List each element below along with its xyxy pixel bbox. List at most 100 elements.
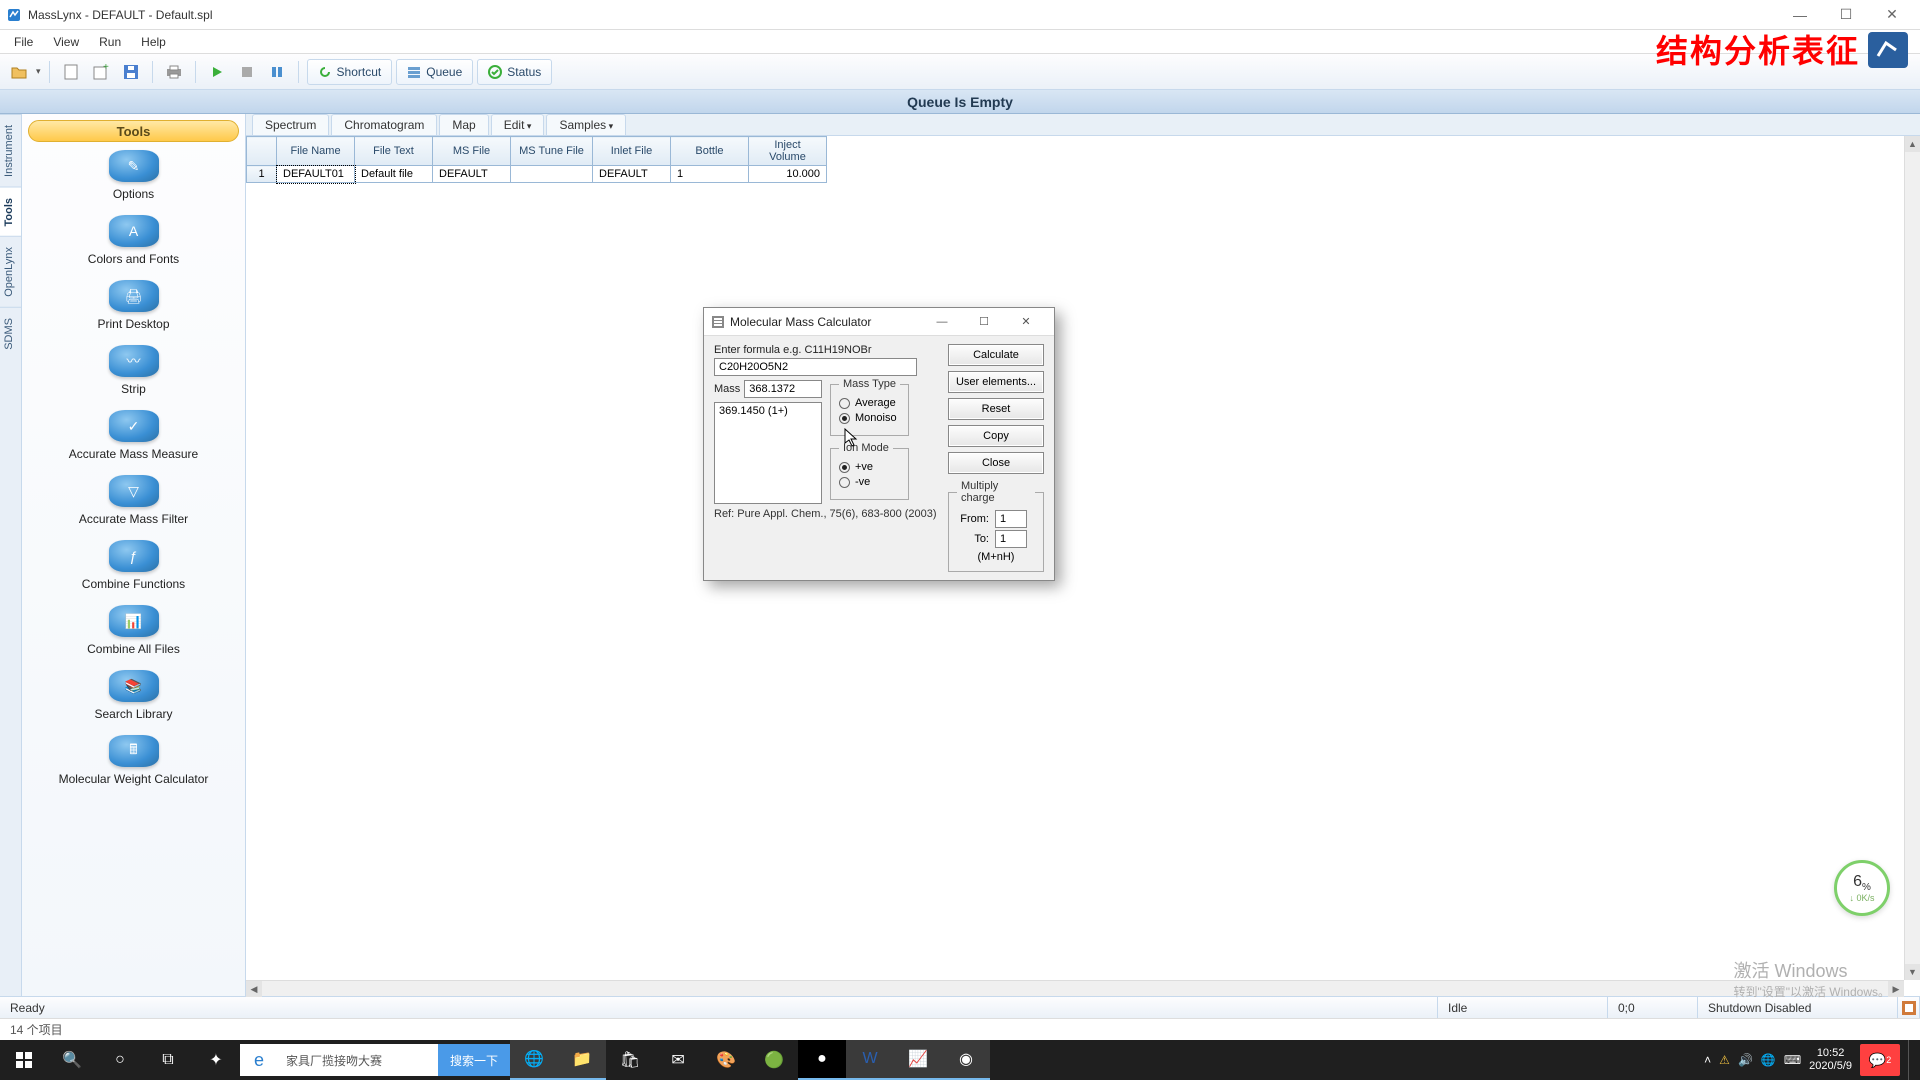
open-button[interactable] (6, 59, 32, 85)
table-row[interactable]: 1 DEFAULT01 Default file DEFAULT DEFAULT… (247, 166, 827, 183)
vtab-sdms[interactable]: SDMS (0, 307, 21, 360)
radio-positive[interactable]: +ve (839, 461, 900, 473)
dialog-close-button[interactable]: ✕ (1006, 310, 1046, 334)
print-button[interactable] (161, 59, 187, 85)
show-desktop-button[interactable] (1908, 1040, 1914, 1080)
tray-network-icon[interactable]: 🌐 (1761, 1053, 1776, 1067)
tray-volume-icon[interactable]: 🔊 (1738, 1053, 1753, 1067)
status-chip[interactable]: Status (477, 59, 552, 85)
maximize-button[interactable]: ☐ (1824, 1, 1868, 29)
dialog-titlebar[interactable]: Molecular Mass Calculator — ☐ ✕ (704, 308, 1054, 336)
taskview-icon[interactable]: ⧉ (144, 1040, 192, 1080)
start-button[interactable] (0, 1040, 48, 1080)
menu-help[interactable]: Help (133, 32, 174, 52)
cell-msfile[interactable]: DEFAULT (433, 166, 511, 183)
dialog-minimize-button[interactable]: — (922, 310, 962, 334)
calculate-button[interactable]: Calculate (948, 344, 1044, 366)
taskbar-edge-icon[interactable]: 🌐 (510, 1040, 558, 1080)
copy-button[interactable]: Copy (948, 425, 1044, 447)
mass-output[interactable] (744, 380, 822, 398)
pause-button[interactable] (264, 59, 290, 85)
status-settings-icon[interactable] (1898, 997, 1920, 1018)
taskbar-store-icon[interactable]: 🛍 (606, 1040, 654, 1080)
tool-search-library[interactable]: 📚Search Library (28, 670, 239, 721)
radio-negative[interactable]: -ve (839, 476, 900, 488)
col-bottle[interactable]: Bottle (671, 137, 749, 166)
taskbar-explorer-icon[interactable]: 📁 (558, 1040, 606, 1080)
vtab-instrument[interactable]: Instrument (0, 114, 21, 187)
close-button[interactable]: ✕ (1870, 1, 1914, 29)
dialog-maximize-button[interactable]: ☐ (964, 310, 1004, 334)
cell-inject[interactable]: 10.000 (749, 166, 827, 183)
radio-monoiso[interactable]: Monoiso (839, 412, 900, 424)
formula-input[interactable] (714, 358, 917, 376)
to-input[interactable] (995, 530, 1027, 548)
col-mstunefile[interactable]: MS Tune File (511, 137, 593, 166)
vertical-scrollbar[interactable]: ▲▼ (1904, 136, 1920, 980)
tool-combine-all-files[interactable]: 📊Combine All Files (28, 605, 239, 656)
cortana-icon[interactable]: ○ (96, 1040, 144, 1080)
vtab-openlynx[interactable]: OpenLynx (0, 236, 21, 307)
horizontal-scrollbar[interactable]: ◀▶ (246, 980, 1904, 996)
taskbar-word-icon[interactable]: W (846, 1040, 894, 1080)
reset-button[interactable]: Reset (948, 398, 1044, 420)
search-icon[interactable]: 🔍 (48, 1040, 96, 1080)
vtab-tools[interactable]: Tools (0, 187, 21, 237)
taskbar-mail-icon[interactable]: ✉ (654, 1040, 702, 1080)
tab-map[interactable]: Map (439, 114, 488, 135)
tool-combine-functions[interactable]: ƒCombine Functions (28, 540, 239, 591)
stop-button[interactable] (234, 59, 260, 85)
tool-print-desktop[interactable]: 🖨Print Desktop (28, 280, 239, 331)
tray-chevron-icon[interactable]: ˄ (1704, 1053, 1711, 1067)
menu-run[interactable]: Run (91, 32, 129, 52)
taskbar-app5-icon[interactable]: 🎨 (702, 1040, 750, 1080)
cell-bottle[interactable]: 1 (671, 166, 749, 183)
taskbar-app6-icon[interactable]: 🟢 (750, 1040, 798, 1080)
menu-view[interactable]: View (45, 32, 87, 52)
tray-ime-icon[interactable]: ⌨ (1784, 1053, 1801, 1067)
browser-addressbar[interactable]: 家具厂揽接吻大赛 (278, 1044, 438, 1076)
minimize-button[interactable]: — (1778, 1, 1822, 29)
tool-strip[interactable]: 〰Strip (28, 345, 239, 396)
taskbar-obs-icon[interactable]: ◉ (942, 1040, 990, 1080)
taskbar-masslynx-icon[interactable]: 📈 (894, 1040, 942, 1080)
taskbar-app7-icon[interactable]: ● (798, 1040, 846, 1080)
tool-accurate-mass-filter[interactable]: ▽Accurate Mass Filter (28, 475, 239, 526)
cell-inlet[interactable]: DEFAULT (593, 166, 671, 183)
tab-chromatogram[interactable]: Chromatogram (331, 114, 437, 135)
tool-options[interactable]: ✎Options (28, 150, 239, 201)
col-rownum[interactable] (247, 137, 277, 166)
tray-security-icon[interactable]: ⚠ (1719, 1053, 1730, 1067)
results-list[interactable]: 369.1450 (1+) (714, 402, 822, 504)
play-button[interactable] (204, 59, 230, 85)
cell-filetext[interactable]: Default file (355, 166, 433, 183)
search-button[interactable]: 搜索一下 (438, 1044, 510, 1076)
tool-accurate-mass-measure[interactable]: ✓Accurate Mass Measure (28, 410, 239, 461)
ie-icon[interactable]: e (240, 1044, 278, 1076)
tool-molecular-weight-calc[interactable]: 🖩Molecular Weight Calculator (28, 735, 239, 786)
menu-file[interactable]: File (6, 32, 41, 52)
col-msfile[interactable]: MS File (433, 137, 511, 166)
from-input[interactable] (995, 510, 1027, 528)
app-pinwheel-icon[interactable]: ✦ (192, 1040, 240, 1080)
tab-spectrum[interactable]: Spectrum (252, 114, 329, 135)
tab-edit[interactable]: Edit (491, 114, 545, 135)
close-dialog-button[interactable]: Close (948, 452, 1044, 474)
tray-notifications-icon[interactable]: 💬2 (1860, 1044, 1900, 1076)
shortcut-chip[interactable]: Shortcut (307, 59, 393, 85)
tray-clock[interactable]: 10:52 2020/5/9 (1809, 1047, 1852, 1073)
radio-average[interactable]: Average (839, 397, 900, 409)
add-button[interactable]: + (88, 59, 114, 85)
save-button[interactable] (118, 59, 144, 85)
queue-chip[interactable]: Queue (396, 59, 473, 85)
tab-samples[interactable]: Samples (546, 114, 626, 135)
new-button[interactable] (58, 59, 84, 85)
col-inletfile[interactable]: Inlet File (593, 137, 671, 166)
col-filename[interactable]: File Name (277, 137, 355, 166)
tool-colors-fonts[interactable]: AColors and Fonts (28, 215, 239, 266)
user-elements-button[interactable]: User elements... (948, 371, 1044, 393)
col-injectvolume[interactable]: Inject Volume (749, 137, 827, 166)
col-filetext[interactable]: File Text (355, 137, 433, 166)
cell-filename[interactable]: DEFAULT01 (277, 166, 355, 183)
cell-mstune[interactable] (511, 166, 593, 183)
